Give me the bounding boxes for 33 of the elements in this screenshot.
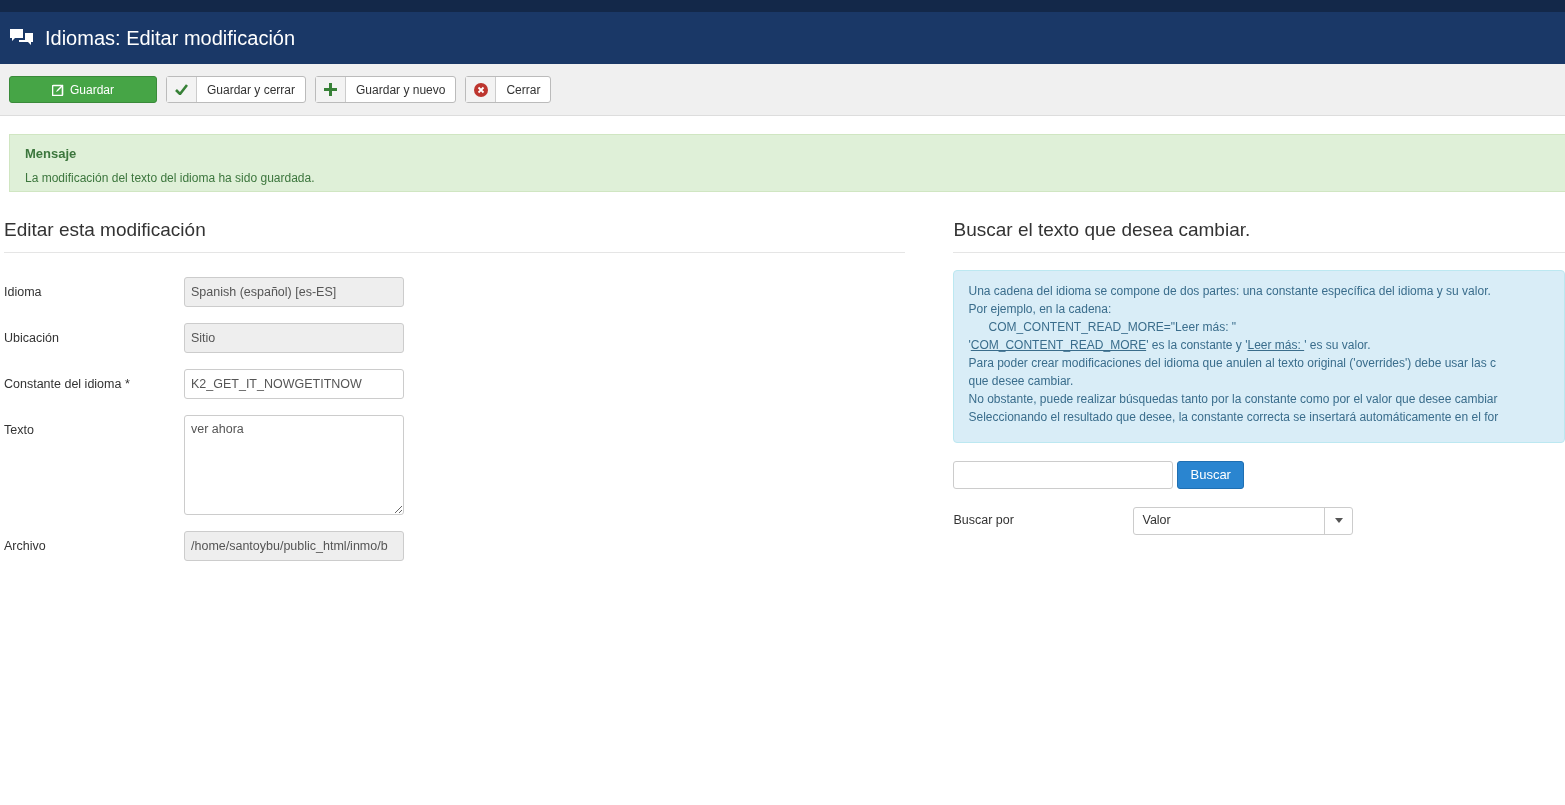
close-icon	[473, 82, 488, 97]
alert-heading: Mensaje	[25, 145, 78, 163]
page-title: Idiomas: Editar modificación	[45, 26, 296, 51]
info-text: No obstante, puede realizar búsquedas tanto por la constante como por el valor que desee cambiar	[968, 390, 1499, 408]
info-text: COM_CONTENT_READ_MORE="Leer más: "	[987, 318, 1238, 336]
field-label: Buscar por	[953, 512, 1015, 530]
info-link[interactable]: Leer más:	[1247, 337, 1305, 352]
info-text: Por ejemplo, en la cadena:	[968, 300, 1113, 318]
search-field[interactable]	[953, 460, 1174, 489]
caret-icon	[1335, 518, 1343, 523]
info-text: que desee cambiar.	[968, 372, 1075, 390]
info-text: Una cadena del idioma se compone de dos partes: una constante específica del idioma y su valor.	[968, 282, 1492, 300]
text-field[interactable]: K2_GET_IT_NOWGETITNOW	[184, 368, 404, 399]
info-text: 'COM_CONTENT_READ_MORE' es la constante y 'Leer más: ' es su valor.	[968, 336, 1372, 354]
section-heading: Buscar el texto que desea cambiar.	[953, 216, 1565, 253]
toolbar-button[interactable]: Cerrar	[465, 76, 552, 103]
toolbar-button[interactable]: Guardar y cerrar	[166, 76, 307, 103]
field-label: Ubicación	[4, 329, 60, 347]
check-icon	[175, 84, 188, 95]
search-by-select[interactable]: Valor	[1133, 506, 1354, 535]
plus-icon	[324, 83, 338, 96]
field-label: Archivo	[4, 537, 47, 555]
toolbar-button[interactable]: Guardar y nuevo	[315, 76, 457, 103]
field-label: Constante del idioma *	[4, 375, 131, 393]
section-heading: Editar esta modificación	[4, 216, 906, 253]
field-label: Texto	[4, 421, 35, 439]
field-label: Idioma	[4, 283, 43, 301]
alert-text: La modificación del texto del idioma ha sido guardada.	[25, 169, 316, 187]
text-area[interactable]: ver ahora	[184, 414, 404, 515]
search-button[interactable]: Buscar	[1177, 460, 1244, 489]
info-text: Para poder crear modificaciones del idioma que anulen al texto original ('overrides') debe usar las c	[968, 354, 1497, 372]
info-text: Seleccionando el resultado que desee, la constante correcta se insertará automáticamente en el for	[968, 408, 1500, 426]
edit-icon	[52, 83, 64, 96]
